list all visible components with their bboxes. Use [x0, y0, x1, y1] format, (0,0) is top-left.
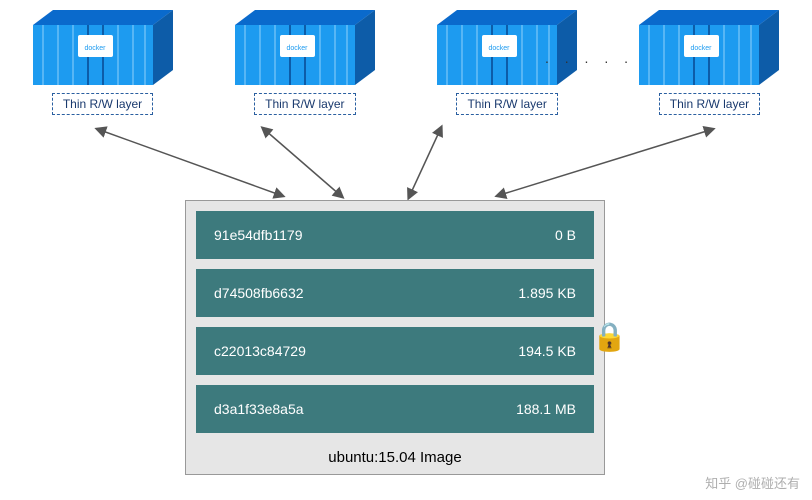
docker-container-icon: docker — [33, 10, 173, 85]
image-label: ubuntu:15.04 Image — [196, 443, 594, 474]
svg-text:docker: docker — [286, 45, 308, 52]
image-box: 91e54dfb1179 0 B d74508fb6632 1.895 KB c… — [185, 200, 605, 475]
docker-container-icon: docker — [235, 10, 375, 85]
docker-container-icon: docker — [639, 10, 779, 85]
layer-id: d74508fb6632 — [214, 285, 304, 301]
watermark: 知乎 @碰碰还有 — [705, 473, 800, 492]
rw-layer-label: Thin R/W layer — [254, 93, 355, 115]
layer-size: 194.5 KB — [518, 343, 576, 359]
container-3: docker Thin R/W layer — [435, 10, 580, 135]
svg-text:docker: docker — [489, 45, 511, 52]
image-layer: d74508fb6632 1.895 KB — [196, 269, 594, 317]
container-4: docker Thin R/W layer — [637, 10, 782, 135]
rw-layer-label: Thin R/W layer — [456, 93, 557, 115]
layer-id: c22013c84729 — [214, 343, 306, 359]
containers-row: docker Thin R/W layer docker Thin — [0, 0, 812, 135]
rw-layer-label: Thin R/W layer — [659, 93, 760, 115]
image-layer: d3a1f33e8a5a 188.1 MB — [196, 385, 594, 433]
image-layer: 91e54dfb1179 0 B — [196, 211, 594, 259]
svg-text:docker: docker — [84, 45, 106, 52]
layer-id: d3a1f33e8a5a — [214, 401, 304, 417]
layer-size: 0 B — [555, 227, 576, 243]
layer-size: 1.895 KB — [518, 285, 576, 301]
docker-container-icon: docker — [437, 10, 577, 85]
ellipsis: . . . . . — [545, 50, 634, 66]
layer-size: 188.1 MB — [516, 401, 576, 417]
svg-text:docker: docker — [691, 45, 713, 52]
lock-icon: 🔒 — [592, 320, 627, 353]
layer-id: 91e54dfb1179 — [214, 227, 303, 243]
image-layer: c22013c84729 194.5 KB — [196, 327, 594, 375]
container-2: docker Thin R/W layer — [232, 10, 377, 135]
rw-layer-label: Thin R/W layer — [52, 93, 153, 115]
container-1: docker Thin R/W layer — [30, 10, 175, 135]
